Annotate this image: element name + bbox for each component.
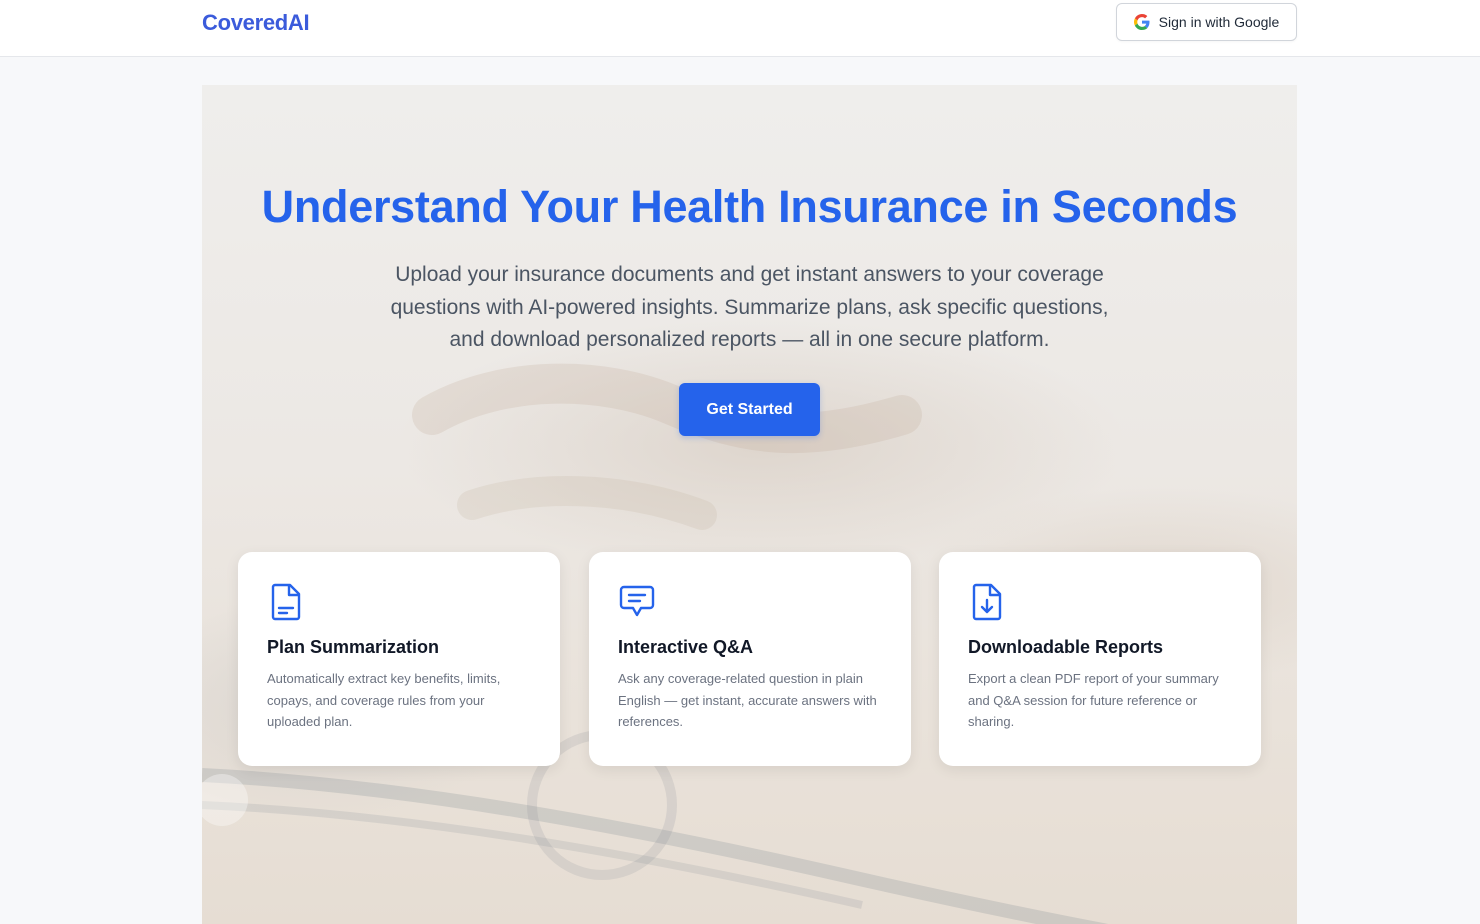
feature-card-plan-summarization: Plan Summarization Automatically extract… <box>238 552 560 766</box>
feature-title: Plan Summarization <box>267 637 440 657</box>
hero-section: Understand Your Health Insurance in Seco… <box>202 85 1297 924</box>
document-download-icon <box>972 583 1002 621</box>
navbar: CoveredAI Sign in with Google <box>0 0 1480 57</box>
feature-description: Ask any coverage-related question in pla… <box>618 671 877 729</box>
feature-description: Export a clean PDF report of your summar… <box>968 671 1219 729</box>
feature-title: Downloadable Reports <box>968 637 1164 657</box>
sign-in-with-google-button[interactable]: Sign in with Google <box>1116 3 1297 41</box>
brand-logo[interactable]: CoveredAI <box>202 10 310 36</box>
sign-in-label: Sign in with Google <box>1158 14 1280 30</box>
feature-card-interactive-qa: Interactive Q&A Ask any coverage-related… <box>589 552 911 766</box>
feature-title: Interactive Q&A <box>618 637 754 657</box>
document-text-icon <box>271 583 301 621</box>
chat-bubble-icon <box>619 585 655 617</box>
hero-title: Understand Your Health Insurance in Seco… <box>261 181 1238 232</box>
hero-subtitle: Upload your insurance documents and get … <box>390 263 1109 351</box>
feature-description: Automatically extract key benefits, limi… <box>267 671 501 729</box>
get-started-button[interactable]: Get Started <box>679 383 820 436</box>
feature-card-downloadable-reports: Downloadable Reports Export a clean PDF … <box>939 552 1261 766</box>
google-icon <box>1133 14 1150 30</box>
